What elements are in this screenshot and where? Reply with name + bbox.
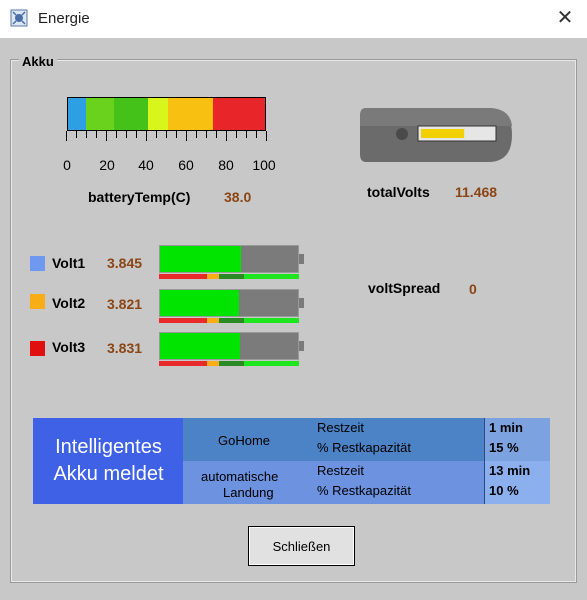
cell-bar-cap <box>299 341 304 351</box>
tick-mark <box>266 131 267 141</box>
battery-pack-icon <box>360 108 512 162</box>
total-volts-value: 11.468 <box>455 184 498 200</box>
gohome-row: GoHome Restzeit % Restkapazität 1 min 15… <box>183 418 550 461</box>
cell-range-strip <box>159 361 299 366</box>
row-divider <box>484 418 485 461</box>
report-title-panel: Intelligentes Akku meldet <box>33 418 184 504</box>
cell-label: Volt1 <box>52 255 86 271</box>
tick-mark <box>166 131 167 138</box>
landing-label-line1: automatische <box>201 469 279 484</box>
tick-label: 40 <box>138 157 154 173</box>
tick-mark <box>66 131 67 141</box>
gohome-restzeit-label: Restzeit <box>317 420 364 435</box>
landing-restzeit-label: Restzeit <box>317 463 364 478</box>
tick-label: 20 <box>99 157 115 173</box>
cell-value: 3.845 <box>107 255 143 271</box>
tick-mark <box>86 131 87 138</box>
temperature-ticks <box>66 131 267 141</box>
cell-voltage-bar <box>159 289 299 317</box>
tick-mark <box>186 131 187 141</box>
volt-spread-value: 0 <box>469 281 477 297</box>
cell-value: 3.831 <box>107 340 143 356</box>
tick-mark <box>156 131 157 138</box>
landing-row: automatische Landung Restzeit % Restkapa… <box>183 461 550 504</box>
tick-mark <box>236 131 237 138</box>
cell-bar-cap <box>299 298 304 308</box>
gohome-kap-value: 15 % <box>489 440 519 455</box>
volt-spread-label: voltSpread <box>368 280 441 296</box>
battery-temp-label: batteryTemp(C) <box>88 189 191 205</box>
cell-voltage-bar <box>159 332 299 360</box>
title-bar: Energie ✕ <box>0 0 587 38</box>
temp-segment <box>68 98 86 130</box>
tick-mark <box>116 131 117 138</box>
cell-color-swatch <box>30 256 45 271</box>
tick-label: 60 <box>178 157 194 173</box>
temp-segment <box>86 98 114 130</box>
total-volts-label: totalVolts <box>367 184 430 200</box>
cell-range-strip <box>159 318 299 323</box>
cell-bar-cap <box>299 254 304 264</box>
cell-voltage-fill <box>160 290 239 316</box>
close-icon[interactable]: ✕ <box>550 4 580 32</box>
cell-value: 3.821 <box>107 296 143 312</box>
close-button[interactable]: Schließen <box>248 526 355 566</box>
temp-segment <box>168 98 213 130</box>
cell-voltage-bar <box>159 245 299 273</box>
akku-group-label: Akku <box>19 54 57 69</box>
tick-mark <box>246 131 247 138</box>
landing-label-line2: Landung <box>223 485 274 500</box>
temp-segment <box>148 98 168 130</box>
tick-label: 80 <box>218 157 234 173</box>
tick-mark <box>126 131 127 138</box>
total-volts-level <box>421 129 465 138</box>
gohome-label: GoHome <box>218 433 271 448</box>
tick-mark <box>196 131 197 138</box>
landing-kap-value: 10 % <box>489 483 519 498</box>
tick-mark <box>96 131 97 138</box>
tick-mark <box>106 131 107 141</box>
temp-segment <box>114 98 148 130</box>
landing-kap-label: % Restkapazität <box>317 483 411 498</box>
tick-label: 0 <box>63 157 71 173</box>
battery-temp-value: 38.0 <box>224 189 252 205</box>
tick-mark <box>216 131 217 138</box>
tick-label: 100 <box>252 157 276 173</box>
tick-mark <box>136 131 137 138</box>
cell-voltage-fill <box>160 333 241 359</box>
report-title-line1: Intelligentes <box>55 436 162 458</box>
tick-mark <box>226 131 227 141</box>
tick-mark <box>206 131 207 138</box>
tick-mark <box>146 131 147 141</box>
report-title-line2: Akku meldet <box>53 463 164 485</box>
window-title: Energie <box>38 10 90 27</box>
cell-label: Volt2 <box>52 295 86 311</box>
gohome-restzeit-value: 1 min <box>489 420 523 435</box>
row-divider <box>484 461 485 504</box>
app-icon <box>10 9 28 27</box>
cell-voltage-fill <box>160 246 242 272</box>
cell-range-strip <box>159 274 299 279</box>
landing-restzeit-value: 13 min <box>489 463 531 478</box>
gohome-kap-label: % Restkapazität <box>317 440 411 455</box>
temperature-scale <box>67 97 266 131</box>
tick-mark <box>76 131 77 138</box>
tick-mark <box>176 131 177 138</box>
temp-segment <box>213 98 265 130</box>
cell-color-swatch <box>30 294 45 309</box>
tick-mark <box>256 131 257 138</box>
cell-label: Volt3 <box>52 339 86 355</box>
dialog-body: Akku 0 20 40 60 80 100 batteryTemp(C) 38… <box>0 38 587 600</box>
cell-color-swatch <box>30 341 45 356</box>
